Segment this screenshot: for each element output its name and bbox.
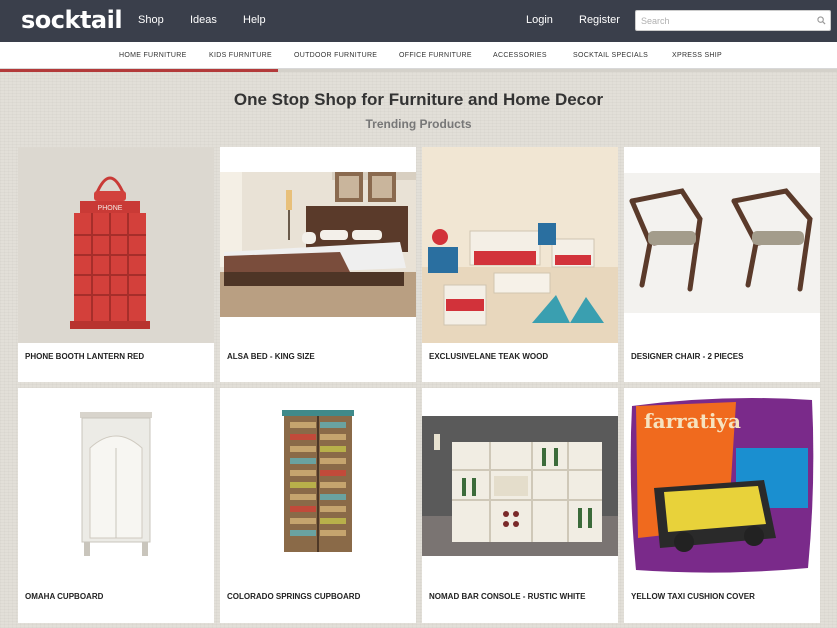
- cushion-image: farratiya: [624, 388, 820, 584]
- product-title[interactable]: NOMAD BAR CONSOLE - RUSTIC WHITE: [429, 592, 585, 601]
- category-kids-furniture[interactable]: KIDS FURNITURE: [209, 52, 272, 59]
- chairs-image: [624, 173, 820, 343]
- search-input[interactable]: [636, 11, 812, 31]
- svg-text:PHONE: PHONE: [98, 205, 123, 212]
- product-card[interactable]: COLORADO SPRINGS CUPBOARD: [220, 388, 416, 623]
- product-title[interactable]: DESIGNER CHAIR - 2 PIECES: [631, 352, 743, 361]
- product-title[interactable]: OMAHA CUPBOARD: [25, 592, 103, 601]
- cupboard-image: [220, 388, 416, 584]
- search-box: [635, 10, 831, 31]
- product-card[interactable]: farratiya YELLOW TAXI CUSHION COVER: [624, 388, 820, 623]
- product-card[interactable]: ALSA BED - KING SIZE: [220, 147, 416, 382]
- top-navbar: socktail Shop Ideas Help Login Register: [0, 0, 837, 42]
- bed-image: [220, 172, 416, 342]
- product-title[interactable]: PHONE BOOTH LANTERN RED: [25, 352, 144, 361]
- search-icon[interactable]: [817, 16, 826, 25]
- nav-help[interactable]: Help: [243, 14, 266, 26]
- product-title[interactable]: COLORADO SPRINGS CUPBOARD: [227, 592, 360, 601]
- product-card[interactable]: PHONE PHONE BOOTH LANTERN RED: [18, 147, 214, 382]
- product-card[interactable]: NOMAD BAR CONSOLE - RUSTIC WHITE: [422, 388, 618, 623]
- product-title[interactable]: EXCLUSIVELANE TEAK WOOD: [429, 352, 548, 361]
- product-card[interactable]: EXCLUSIVELANE TEAK WOOD: [422, 147, 618, 382]
- page-headline: One Stop Shop for Furniture and Home Dec…: [233, 90, 604, 109]
- product-title[interactable]: ALSA BED - KING SIZE: [227, 352, 315, 361]
- accent-line: [0, 69, 278, 72]
- category-xpress-ship[interactable]: XPRESS SHIP: [672, 52, 722, 59]
- category-home-furniture[interactable]: HOME FURNITURE: [119, 52, 187, 59]
- category-bar: HOME FURNITURE KIDS FURNITURE OUTDOOR FU…: [0, 42, 837, 69]
- login-link[interactable]: Login: [526, 14, 553, 26]
- product-title[interactable]: YELLOW TAXI CUSHION COVER: [631, 592, 755, 601]
- bar-console-image: [422, 416, 618, 556]
- svg-text:farratiya: farratiya: [644, 409, 741, 433]
- section-subhead: Trending Products: [365, 117, 472, 131]
- category-socktail-specials[interactable]: SOCKTAIL SPECIALS: [573, 52, 648, 59]
- product-card[interactable]: DESIGNER CHAIR - 2 PIECES: [624, 147, 820, 382]
- register-link[interactable]: Register: [579, 14, 620, 26]
- category-accessories[interactable]: ACCESSORIES: [493, 52, 547, 59]
- lantern-image: PHONE: [18, 147, 214, 343]
- product-card[interactable]: OMAHA CUPBOARD: [18, 388, 214, 623]
- category-office-furniture[interactable]: OFFICE FURNITURE: [399, 52, 472, 59]
- nav-ideas[interactable]: Ideas: [190, 14, 217, 26]
- cupboard-image: [18, 388, 214, 584]
- nav-shop[interactable]: Shop: [138, 14, 164, 26]
- sofa-set-image: [422, 147, 618, 343]
- divider: [278, 69, 837, 72]
- category-outdoor-furniture[interactable]: OUTDOOR FURNITURE: [294, 52, 377, 59]
- site-logo[interactable]: socktail: [21, 6, 123, 34]
